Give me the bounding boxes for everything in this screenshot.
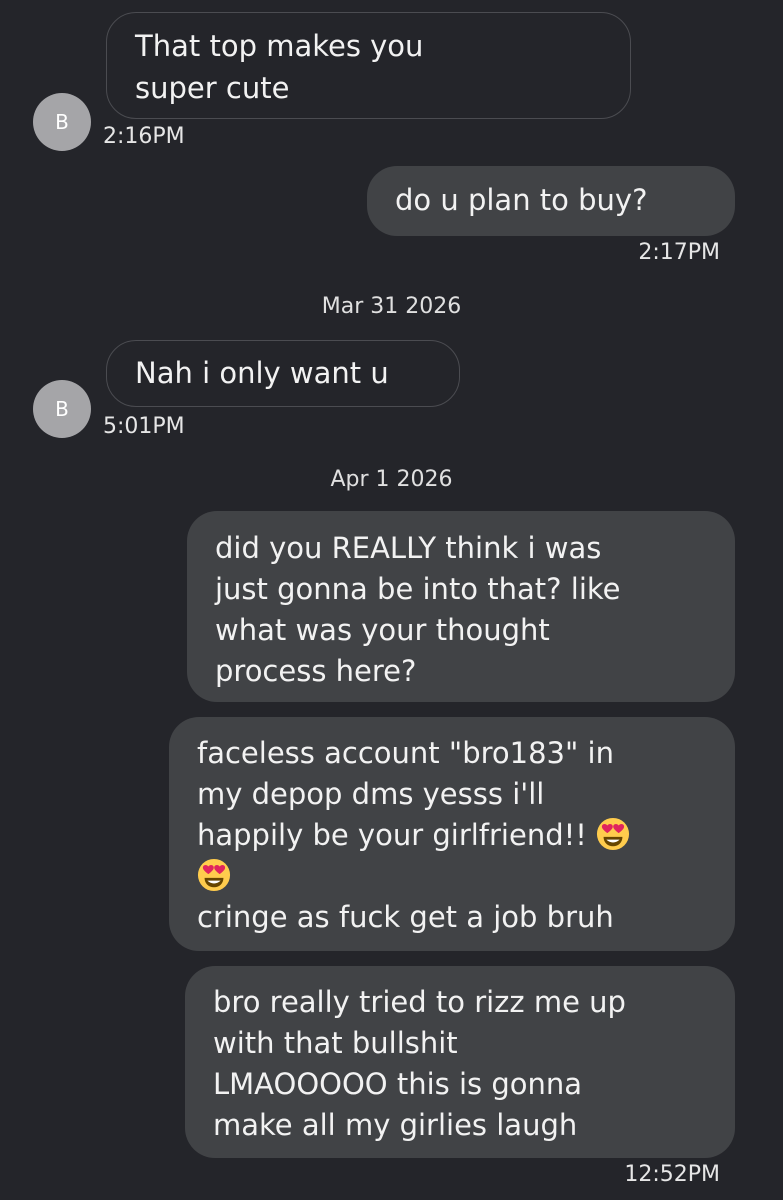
message-text-line: my depop dms yesss i'll — [197, 777, 545, 811]
avatar-initial: B — [55, 110, 69, 134]
message-text-line: happily be your girlfriend!! — [197, 815, 707, 856]
message-text-line: what was your thought — [215, 613, 550, 647]
message-text-line: That top makes you — [135, 29, 424, 63]
message-text-line: do u plan to buy? — [395, 183, 648, 217]
message-text-line: with that bullshit — [213, 1026, 458, 1060]
heart-eyes-emoji-icon — [597, 817, 630, 851]
message-text-line: just gonna be into that? like — [215, 572, 621, 606]
outgoing-message-bubble[interactable]: did you REALLY think i was just gonna be… — [187, 511, 735, 702]
message-text-line: process here? — [215, 654, 417, 688]
contact-avatar[interactable]: B — [33, 93, 91, 151]
message-text-line: cringe as fuck get a job bruh — [197, 900, 614, 934]
contact-avatar[interactable]: B — [33, 380, 91, 438]
message-text: happily be your girlfriend!! — [197, 818, 597, 852]
message-text-line: make all my girlies laugh — [213, 1108, 578, 1142]
message-text-line: did you REALLY think i was — [215, 531, 602, 565]
message-timestamp: 2:17PM — [638, 240, 720, 265]
heart-eyes-emoji-icon — [197, 858, 231, 892]
date-separator: Mar 31 2026 — [321, 294, 462, 319]
message-text-line: Nah i only want u — [135, 356, 389, 390]
message-text-line — [197, 856, 707, 897]
outgoing-message-bubble[interactable]: faceless account "bro183" in my depop dm… — [169, 717, 735, 951]
message-text-line: super cute — [135, 71, 290, 105]
avatar-initial: B — [55, 397, 69, 421]
outgoing-message-bubble[interactable]: bro really tried to rizz me up with that… — [185, 966, 735, 1158]
message-text-line: faceless account "bro183" in — [197, 736, 614, 770]
message-timestamp: 2:16PM — [103, 124, 185, 149]
incoming-message-bubble[interactable]: Nah i only want u — [106, 340, 460, 407]
message-text-line: LMAOOOOO this is gonna — [213, 1067, 583, 1101]
incoming-message-bubble[interactable]: That top makes you super cute — [106, 12, 631, 119]
outgoing-message-bubble[interactable]: do u plan to buy? — [367, 166, 735, 236]
message-timestamp: 5:01PM — [103, 414, 185, 439]
message-text-line: bro really tried to rizz me up — [213, 985, 626, 1019]
message-timestamp: 12:52PM — [624, 1162, 720, 1187]
date-separator: Apr 1 2026 — [330, 467, 453, 492]
